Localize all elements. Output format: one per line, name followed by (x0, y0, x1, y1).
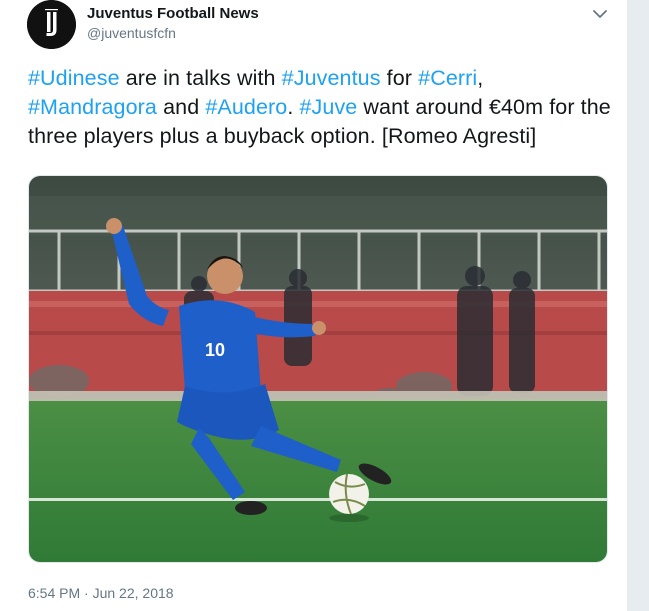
football-player-photo: 10 (29, 176, 607, 562)
chevron-down-icon[interactable] (592, 8, 608, 20)
hashtag-link[interactable]: #Mandragora (28, 95, 157, 119)
timestamp-time: 6:54 PM (28, 585, 81, 601)
avatar[interactable] (27, 0, 76, 49)
hashtag-link[interactable]: #Juve (299, 95, 357, 119)
tweet-text: #Udinese are in talks with #Juventus for… (28, 64, 613, 151)
timestamp-date: Jun 22, 2018 (92, 585, 174, 601)
tweet-text-segment: for (380, 66, 419, 90)
display-name[interactable]: Juventus Football News (87, 5, 259, 22)
tweet-header: Juventus Football News @juventusfcfn (27, 0, 617, 56)
hashtag-link[interactable]: #Juventus (282, 66, 381, 90)
tweet-text-segment: are in talks with (119, 66, 282, 90)
hashtag-link[interactable]: #Audero (205, 95, 287, 119)
jersey-number: 10 (205, 340, 225, 360)
hashtag-link[interactable]: #Udinese (28, 66, 120, 90)
juventus-logo-icon (27, 0, 76, 49)
timestamp-separator: · (80, 585, 93, 601)
hashtag-link[interactable]: #Cerri (418, 66, 477, 90)
tweet-timestamp[interactable]: 6:54 PM · Jun 22, 2018 (28, 585, 174, 601)
user-handle[interactable]: @juventusfcfn (87, 25, 176, 41)
tweet-text-segment: , (477, 66, 484, 90)
tweet-text-segment: and (157, 95, 206, 119)
tweet-card: Juventus Football News @juventusfcfn #Ud… (0, 0, 628, 611)
tweet-photo[interactable]: 10 (28, 175, 608, 563)
tweet-text-segment: . (287, 95, 300, 119)
